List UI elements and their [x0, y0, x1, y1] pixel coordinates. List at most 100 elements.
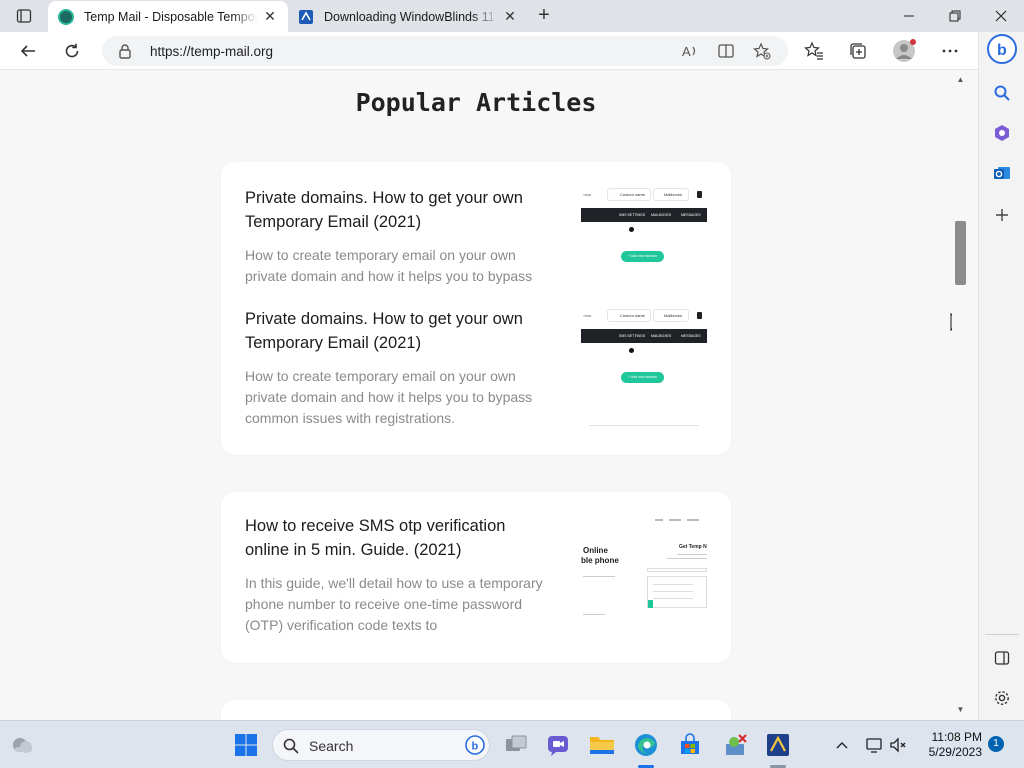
collections-icon	[850, 43, 866, 59]
article-title[interactable]: Private domains. How to get your own Tem…	[245, 186, 545, 234]
back-button[interactable]	[14, 37, 42, 65]
close-icon	[995, 10, 1007, 22]
page-viewport: Popular Articles Private domains. How to…	[0, 71, 952, 720]
trash-icon	[697, 312, 702, 319]
tab-windowblinds[interactable]: Downloading WindowBlinds 11 ... ✕	[288, 1, 528, 32]
page-scrollbar[interactable]: ▲ ▼	[952, 71, 969, 720]
installer-icon	[726, 734, 747, 755]
article-description: How to create temporary email on your ow…	[245, 368, 533, 426]
article-thumbnail[interactable]: <tea Custom name Mailboxes SMS SETTINGS …	[581, 188, 707, 288]
thumb-heading: Online	[583, 546, 608, 555]
sidebar-divider	[985, 634, 1019, 635]
thumb-table-header: SMS SETTINGS MAILBOXES MESSAGES	[581, 329, 707, 343]
minimize-button[interactable]	[886, 0, 932, 32]
article-card: How to receive SMS otp verification onli…	[221, 492, 731, 663]
teams-chat-button[interactable]	[542, 729, 574, 761]
scroll-down-arrow-icon[interactable]: ▼	[956, 705, 965, 714]
app-taskbar-button[interactable]	[720, 729, 752, 761]
read-aloud-icon[interactable]: A	[680, 41, 700, 61]
favorites-button[interactable]	[800, 37, 828, 65]
chevron-up-icon	[836, 742, 848, 749]
article-thumbnail[interactable]: <tea Custom name Mailboxes SMS SETTINGS …	[581, 309, 707, 429]
thumb-heading: ble phone	[581, 556, 619, 565]
store-button[interactable]	[674, 729, 706, 761]
browser-toolbar: https://temp-mail.org A	[0, 32, 978, 70]
new-tab-button[interactable]: +	[532, 4, 556, 28]
taskbar-search-box[interactable]: Search b	[272, 729, 490, 761]
edge-taskbar-button[interactable]	[630, 729, 662, 761]
thumb-col: MAILBOXES	[651, 213, 672, 217]
windows-taskbar: Search b 11:08 PM 5/29/2023 1	[0, 720, 1024, 768]
section-title: Popular Articles	[355, 88, 597, 117]
chat-icon	[548, 736, 568, 756]
notification-badge[interactable]: 1	[988, 736, 1004, 752]
start-button[interactable]	[230, 729, 262, 761]
windowblinds-taskbar-button[interactable]	[762, 729, 794, 761]
clock-time: 11:08 PM	[931, 730, 982, 744]
article-title[interactable]: Private domains. How to get your own Tem…	[245, 307, 545, 355]
search-icon	[283, 738, 299, 754]
article-thumbnail[interactable]: Online ble phone Get Temp N	[581, 516, 707, 620]
svg-text:A: A	[682, 44, 691, 59]
thumb-add-button: + Add new domain	[621, 372, 664, 383]
show-hidden-icons-button[interactable]	[826, 729, 858, 761]
article-description: In this guide, we'll detail how to use a…	[245, 575, 543, 633]
thumb-button: Custom name	[607, 309, 651, 322]
thumb-col: MAILBOXES	[651, 334, 672, 338]
bing-chat-button[interactable]: b	[987, 34, 1017, 64]
close-tab-icon[interactable]: ✕	[262, 8, 278, 25]
thumb-button: Mailboxes	[653, 309, 689, 322]
store-icon	[681, 733, 699, 754]
svg-text:b: b	[472, 741, 479, 753]
lock-icon[interactable]	[118, 43, 132, 59]
profile-button[interactable]	[890, 37, 918, 65]
close-tab-icon[interactable]: ✕	[502, 8, 518, 25]
article-item[interactable]: How to receive SMS otp verification onli…	[245, 514, 545, 636]
article-item[interactable]: Private domains. How to get your own Tem…	[245, 307, 545, 429]
close-window-button[interactable]	[978, 0, 1024, 32]
thumb-col: MESSAGES	[681, 213, 701, 217]
hide-sidebar-button[interactable]	[987, 643, 1017, 673]
add-favorite-icon[interactable]	[752, 41, 772, 61]
thumb-table-header: SMS SETTINGS MAILBOXES MESSAGES	[581, 208, 707, 222]
tab-strip: Temp Mail - Disposable Temporary Email ✕…	[0, 0, 1024, 32]
article-card	[221, 700, 731, 720]
article-title[interactable]: How to receive SMS otp verification onli…	[245, 514, 545, 562]
volume-button[interactable]	[882, 729, 914, 761]
task-view-button[interactable]	[500, 729, 532, 761]
thumb-col: SMS SETTINGS	[619, 334, 646, 338]
widgets-button[interactable]	[6, 729, 38, 761]
address-bar[interactable]: https://temp-mail.org A	[102, 36, 788, 66]
sidebar-office-button[interactable]	[987, 118, 1017, 148]
edge-sidebar: b	[978, 32, 1024, 720]
search-icon	[994, 85, 1010, 101]
restore-icon	[949, 10, 961, 22]
refresh-button[interactable]	[58, 37, 86, 65]
url-text[interactable]: https://temp-mail.org	[150, 44, 273, 59]
sidebar-outlook-button[interactable]	[987, 158, 1017, 188]
sidebar-add-button[interactable]	[987, 200, 1017, 230]
tab-temp-mail[interactable]: Temp Mail - Disposable Temporary Email ✕	[48, 1, 288, 32]
article-item[interactable]: Private domains. How to get your own Tem…	[245, 186, 545, 287]
file-explorer-button[interactable]	[586, 729, 618, 761]
avatar-icon	[893, 39, 916, 62]
article-card: Private domains. How to get your own Tem…	[221, 162, 731, 455]
tab-actions-button[interactable]	[8, 4, 40, 28]
scroll-up-arrow-icon[interactable]: ▲	[956, 75, 965, 84]
restore-button[interactable]	[932, 0, 978, 32]
favorites-icon	[804, 41, 823, 60]
immersive-reader-icon[interactable]	[716, 41, 736, 61]
settings-and-more-button[interactable]	[936, 37, 964, 65]
tab-actions-icon	[16, 9, 32, 23]
temp-mail-favicon-icon	[58, 8, 74, 25]
scrollbar-thumb[interactable]	[955, 221, 966, 285]
minimize-icon	[904, 15, 914, 17]
sidebar-settings-button[interactable]	[987, 683, 1017, 713]
thumb-heading: Get Temp N	[679, 544, 707, 550]
sidebar-search-button[interactable]	[987, 78, 1017, 108]
gear-icon	[995, 691, 1009, 705]
collections-button[interactable]	[844, 37, 872, 65]
bing-icon: b	[465, 735, 485, 755]
thumb-add-button: + Add new domain	[621, 251, 664, 262]
system-clock[interactable]: 11:08 PM 5/29/2023	[912, 730, 982, 760]
